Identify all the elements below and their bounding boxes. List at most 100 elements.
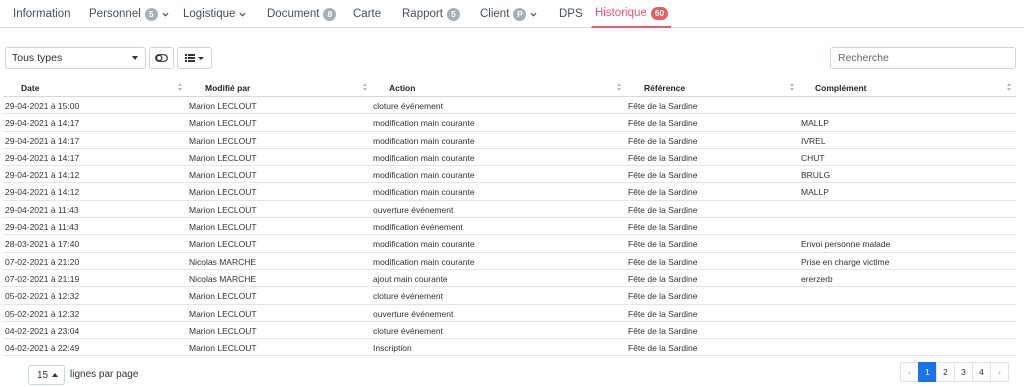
table-row[interactable]: 04-02-2021 à 22:49 Marion LECLOUT Inscript… [3,339,1016,357]
tab-carte[interactable]: Carte [353,0,381,28]
tab-label: Personnel [89,8,141,20]
cell-reference: Fête de la Sardine [628,273,698,284]
table-header: Date Modifié par Action Référence Complé… [3,80,1016,97]
cell-complement: Envoi personne malade [801,239,891,250]
table-row[interactable]: 29-04-2021 à 14:12 Marion LECLOUT modifica… [3,183,1016,201]
cell-modifie-par: Marion LECLOUT [189,170,257,181]
tab-document[interactable]: Document 8 [267,0,337,28]
tab-label: Carte [353,8,382,20]
cell-modifie-par: Marion LECLOUT [189,101,257,111]
toggle-button[interactable] [149,47,174,69]
chevron-down-icon [162,12,169,17]
pagination-page-2[interactable]: 2 [936,362,955,382]
pagination-page-1[interactable]: 1 [918,362,937,382]
cell-date: 04-02-2021 à 23:04 [5,325,80,336]
table-row[interactable]: 29-04-2021 à 11:43 Marion LECLOUT ouvertur… [3,201,1016,219]
cell-action: Inscription [373,343,412,354]
type-filter-select[interactable]: Tous types [5,47,146,69]
sort-icon[interactable] [178,83,183,92]
pagination-prev-button[interactable]: ‹ [900,362,919,382]
cell-reference: Fête de la Sardine [628,239,698,250]
pagination-next-button[interactable]: › [990,362,1009,382]
table-row[interactable]: 29-04-2021 à 14:17 Marion LECLOUT modifica… [3,132,1016,149]
list-icon [185,54,195,62]
cell-action: modification événement [373,222,463,233]
tab-personnel[interactable]: Personnel 5 [89,0,169,28]
chevron-down-icon [239,12,246,17]
tab-dps[interactable]: DPS [559,0,583,28]
sort-icon[interactable] [363,83,368,92]
sort-icon[interactable] [1007,83,1012,92]
table-row[interactable]: 05-02-2021 à 12:32 Marion LECLOUT ouvertur… [3,305,1016,322]
cell-date: 29-04-2021 à 11:43 [5,222,79,233]
columns-button[interactable] [177,47,212,69]
cell-modifie-par: Marion LECLOUT [189,222,257,233]
cell-date: 29-04-2021 à 14:12 [5,187,80,198]
count-badge: 8 [323,7,337,21]
table-row[interactable]: 07-02-2021 à 21:20 Nicolas MARCHE modifica… [3,253,1016,270]
tab-information[interactable]: Information [13,0,71,28]
column-header-date[interactable]: Date [21,83,39,93]
table-row[interactable]: 29-04-2021 à 11:43 Marion LECLOUT modifica… [3,218,1016,236]
cell-action: ouverture événement [373,204,454,215]
cell-date: 29-04-2021 à 14:17 [5,135,80,146]
cell-date: 28-03-2021 à 17:40 [5,239,80,250]
per-page-value: 15 [37,369,49,381]
cell-complement: MALLP [801,187,829,198]
pagination-page-3[interactable]: 3 [954,362,973,382]
cell-modifie-par: Marion LECLOUT [189,325,257,336]
table-row[interactable]: 07-02-2021 à 21:19 Nicolas MARCHE ajout ma… [3,270,1016,288]
tab-label: Document [267,8,320,20]
table-row[interactable]: 29-04-2021 à 15:00 Marion LECLOUT cloture … [3,97,1016,115]
tab-client[interactable]: Client P [480,0,537,28]
cell-modifie-par: Marion LECLOUT [189,204,257,215]
cell-action: modification main courante [373,118,475,129]
sort-icon[interactable] [790,83,795,92]
table-row[interactable]: 29-04-2021 à 14:17 Marion LECLOUT modifica… [3,149,1016,167]
table-row[interactable]: 05-02-2021 à 12:32 Marion LECLOUT cloture … [3,287,1016,305]
caret-down-icon [132,56,138,60]
table-row[interactable]: 28-03-2021 à 17:40 Marion LECLOUT modifica… [3,235,1016,253]
count-badge: 5 [446,7,460,21]
cell-date: 05-02-2021 à 12:32 [5,308,80,319]
tab-historique[interactable]: Historique 60 [591,0,672,28]
table-row[interactable]: 29-04-2021 à 14:12 Marion LECLOUT modifica… [3,166,1016,184]
tab-label: DPS [559,8,583,20]
cell-modifie-par: Nicolas MARCHE [189,273,257,284]
caret-up-icon [52,373,58,377]
column-header-action[interactable]: Action [389,83,415,93]
search-input[interactable] [830,47,1016,69]
tab-logistique[interactable]: Logistique [183,0,246,28]
tab-bar: Information Personnel 5 Logistique Docum… [0,0,1024,28]
pagination-page-4[interactable]: 4 [972,362,991,382]
column-header-modifie-par[interactable]: Modifié par [205,83,250,93]
cell-date: 29-04-2021 à 14:12 [5,170,80,181]
cell-complement: IVREL [801,135,826,146]
table-body: 29-04-2021 à 15:00 Marion LECLOUT cloture … [3,97,1016,357]
cell-modifie-par: Marion LECLOUT [189,152,257,163]
sort-icon[interactable] [617,83,622,92]
cell-reference: Fête de la Sardine [628,170,698,181]
history-table: Date Modifié par Action Référence Complé… [3,80,1016,357]
cell-action: cloture événement [373,101,443,111]
cell-reference: Fête de la Sardine [628,204,698,215]
cell-date: 29-04-2021 à 14:17 [5,118,80,129]
cell-reference: Fête de la Sardine [628,135,698,146]
tab-label: Rapport [402,8,443,20]
cell-reference: Fête de la Sardine [628,152,698,163]
tab-rapport[interactable]: Rapport 5 [402,0,460,28]
cell-modifie-par: Marion LECLOUT [189,118,257,129]
cell-modifie-par: Nicolas MARCHE [189,256,257,267]
per-page-label: lignes par page [70,369,139,380]
column-header-complement[interactable]: Complément [815,83,866,93]
table-row[interactable]: 04-02-2021 à 23:04 Marion LECLOUT cloture … [3,322,1016,340]
per-page-select[interactable]: 15 [28,365,65,385]
cell-date: 04-02-2021 à 22:49 [5,343,80,354]
column-header-reference[interactable]: Référence [644,83,685,93]
count-badge: 5 [144,7,158,21]
cell-reference: Fête de la Sardine [628,118,698,129]
cell-modifie-par: Marion LECLOUT [189,239,257,250]
cell-action: modification main courante [373,187,475,198]
cell-modifie-par: Marion LECLOUT [189,308,257,319]
table-row[interactable]: 29-04-2021 à 14:17 Marion LECLOUT modifica… [3,114,1016,132]
